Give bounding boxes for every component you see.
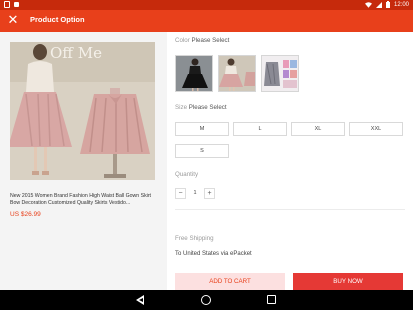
size-option-xxl[interactable]: XXL: [349, 122, 403, 136]
shopping-bag-icon: [14, 2, 19, 7]
app-bar: ✕ Product Option: [0, 10, 413, 32]
quantity-increase-button[interactable]: +: [204, 188, 215, 199]
size-option-xl[interactable]: XL: [291, 122, 345, 136]
quantity-value: 1: [193, 190, 197, 196]
shipping-label: Free Shipping: [175, 235, 214, 242]
size-option-s[interactable]: S: [175, 144, 229, 158]
watermark-text: Off Me: [50, 44, 102, 62]
size-option-m[interactable]: M: [175, 122, 229, 136]
back-icon[interactable]: [136, 295, 144, 305]
buy-now-button[interactable]: BUY NOW: [293, 273, 403, 290]
color-swatch-black: [176, 56, 212, 91]
close-icon[interactable]: ✕: [6, 13, 20, 27]
app-notification-icon: [4, 1, 10, 8]
size-option-l[interactable]: L: [233, 122, 287, 136]
divider: [175, 209, 405, 210]
signal-icon: [375, 1, 382, 8]
product-summary: Off Me New 2015 Women Brand Fashion High…: [0, 32, 167, 290]
size-label: Size: [175, 104, 188, 111]
options-panel: Color Please Select Size Please Select M…: [167, 32, 413, 290]
color-option-2[interactable]: [218, 55, 256, 92]
battery-icon: [385, 1, 390, 8]
status-bar: 12:00: [0, 0, 413, 10]
color-selection: Please Select: [191, 37, 230, 44]
color-option-1[interactable]: [175, 55, 213, 92]
status-time: 12:00: [393, 1, 409, 8]
home-icon[interactable]: [201, 295, 211, 305]
shipping-method[interactable]: To United States via ePacket: [175, 251, 252, 257]
system-navigation-bar: [0, 290, 413, 310]
size-section-label: Size Please Select: [175, 104, 227, 111]
quantity-decrease-button[interactable]: −: [175, 188, 186, 199]
color-section-label: Color Please Select: [175, 37, 229, 44]
recent-apps-icon[interactable]: [267, 295, 276, 304]
color-label: Color: [175, 37, 190, 44]
color-swatch-pink: [219, 56, 255, 91]
size-selection: Please Select: [188, 104, 227, 111]
add-to-cart-button[interactable]: ADD TO CART: [175, 273, 285, 290]
product-image[interactable]: Off Me: [10, 42, 155, 180]
color-option-3[interactable]: [261, 55, 299, 92]
color-swatch-gray: [262, 56, 298, 91]
product-price: US $26.99: [10, 211, 41, 218]
quantity-label: Quantity: [175, 171, 199, 178]
wifi-icon: [364, 1, 372, 8]
page-title: Product Option: [30, 15, 85, 24]
product-photo: Off Me: [10, 42, 155, 180]
product-title: New 2015 Women Brand Fashion High Waist …: [10, 193, 151, 206]
